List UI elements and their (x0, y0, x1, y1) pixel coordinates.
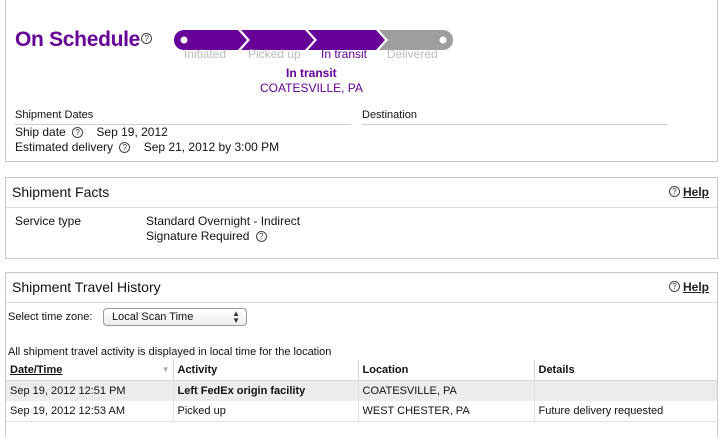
help-icon: ? (668, 186, 680, 198)
timezone-note: All shipment travel activity is displaye… (8, 346, 332, 358)
destination-label: Destination (362, 109, 418, 121)
ship-date-value: Sep 19, 2012 (96, 125, 168, 139)
step-label-initiated: Initiated (184, 47, 227, 61)
column-header-location: Location (358, 360, 535, 381)
help-link-text[interactable]: Help (683, 280, 709, 294)
select-arrows-icon: ▲ ▼ (232, 309, 240, 325)
estimated-delivery-value: Sep 21, 2012 by 3:00 PM (143, 140, 280, 154)
status-title: On Schedule? (15, 28, 153, 52)
cell-activity: Left FedEx origin facility (173, 380, 359, 401)
sort-down-icon[interactable]: ▼ (162, 365, 170, 374)
help-link[interactable]: ? Help (668, 280, 709, 294)
travel-history-title: Shipment Travel History (12, 279, 161, 295)
cell-location: COATESVILLE, PA (358, 380, 535, 401)
shipment-dates-label: Shipment Dates (15, 109, 94, 121)
signature-row: Signature Required ? (146, 229, 267, 243)
timezone-select[interactable]: Local Scan Time ▲ ▼ (103, 308, 247, 326)
table-header-row: Date/Time ▼ Activity Location Details (6, 360, 717, 381)
current-status: In transit (286, 66, 337, 80)
shipment-facts-panel: Shipment Facts ? Help Service type Standa… (5, 177, 718, 259)
progress-end-dot (439, 36, 447, 44)
estimated-delivery-row: Estimated delivery ? Sep 21, 2012 by 3:0… (15, 140, 279, 154)
divider (362, 124, 667, 125)
table-row: Sep 19, 2012 12:53 AM Picked up WEST CHE… (6, 401, 717, 422)
column-header-datetime[interactable]: Date/Time ▼ (6, 360, 174, 381)
travel-history-panel: Shipment Travel History ? Help Select tim… (5, 272, 718, 437)
signature-value: Signature Required (146, 229, 250, 243)
cell-datetime: Sep 19, 2012 12:51 PM (6, 380, 174, 401)
help-icon[interactable]: ? (72, 127, 84, 139)
help-icon[interactable]: ? (141, 32, 153, 44)
shipment-facts-title: Shipment Facts (12, 184, 110, 200)
column-header-details: Details (534, 360, 717, 381)
step-label-picked-up: Picked up (248, 47, 301, 61)
cell-datetime: Sep 19, 2012 12:53 AM (6, 401, 174, 422)
service-type-value: Standard Overnight - Indirect (146, 214, 301, 228)
help-icon: ? (668, 281, 680, 293)
help-link-text[interactable]: Help (683, 185, 709, 199)
cell-details: Future delivery requested (534, 401, 717, 422)
current-location: COATESVILLE, PA (260, 81, 363, 95)
help-icon[interactable]: ? (255, 231, 267, 243)
service-type-label: Service type (15, 214, 82, 228)
step-label-delivered: Delivered (387, 47, 438, 61)
column-header-activity: Activity (173, 360, 359, 381)
table-row: Sep 19, 2012 12:51 PM Left FedEx origin … (6, 380, 717, 401)
status-title-text: On Schedule (15, 28, 141, 51)
status-panel: On Schedule? Initiated Picked up In tran… (5, 0, 718, 162)
timezone-select-value: Local Scan Time (112, 311, 194, 323)
ship-date-label: Ship date (15, 125, 66, 139)
step-label-in-transit: In transit (321, 47, 368, 61)
help-icon[interactable]: ? (119, 142, 131, 154)
help-link[interactable]: ? Help (668, 185, 709, 199)
divider (6, 207, 717, 208)
travel-history-table: Date/Time ▼ Activity Location Details Sep… (6, 360, 717, 422)
cell-location: WEST CHESTER, PA (358, 401, 535, 422)
cell-activity: Picked up (173, 401, 359, 422)
progress-start-dot (180, 36, 188, 44)
divider (6, 302, 717, 303)
timezone-label: Select time zone: (8, 311, 93, 323)
cell-details (534, 380, 717, 401)
ship-date-row: Ship date ? Sep 19, 2012 (15, 125, 168, 139)
estimated-delivery-label: Estimated delivery (15, 140, 114, 154)
